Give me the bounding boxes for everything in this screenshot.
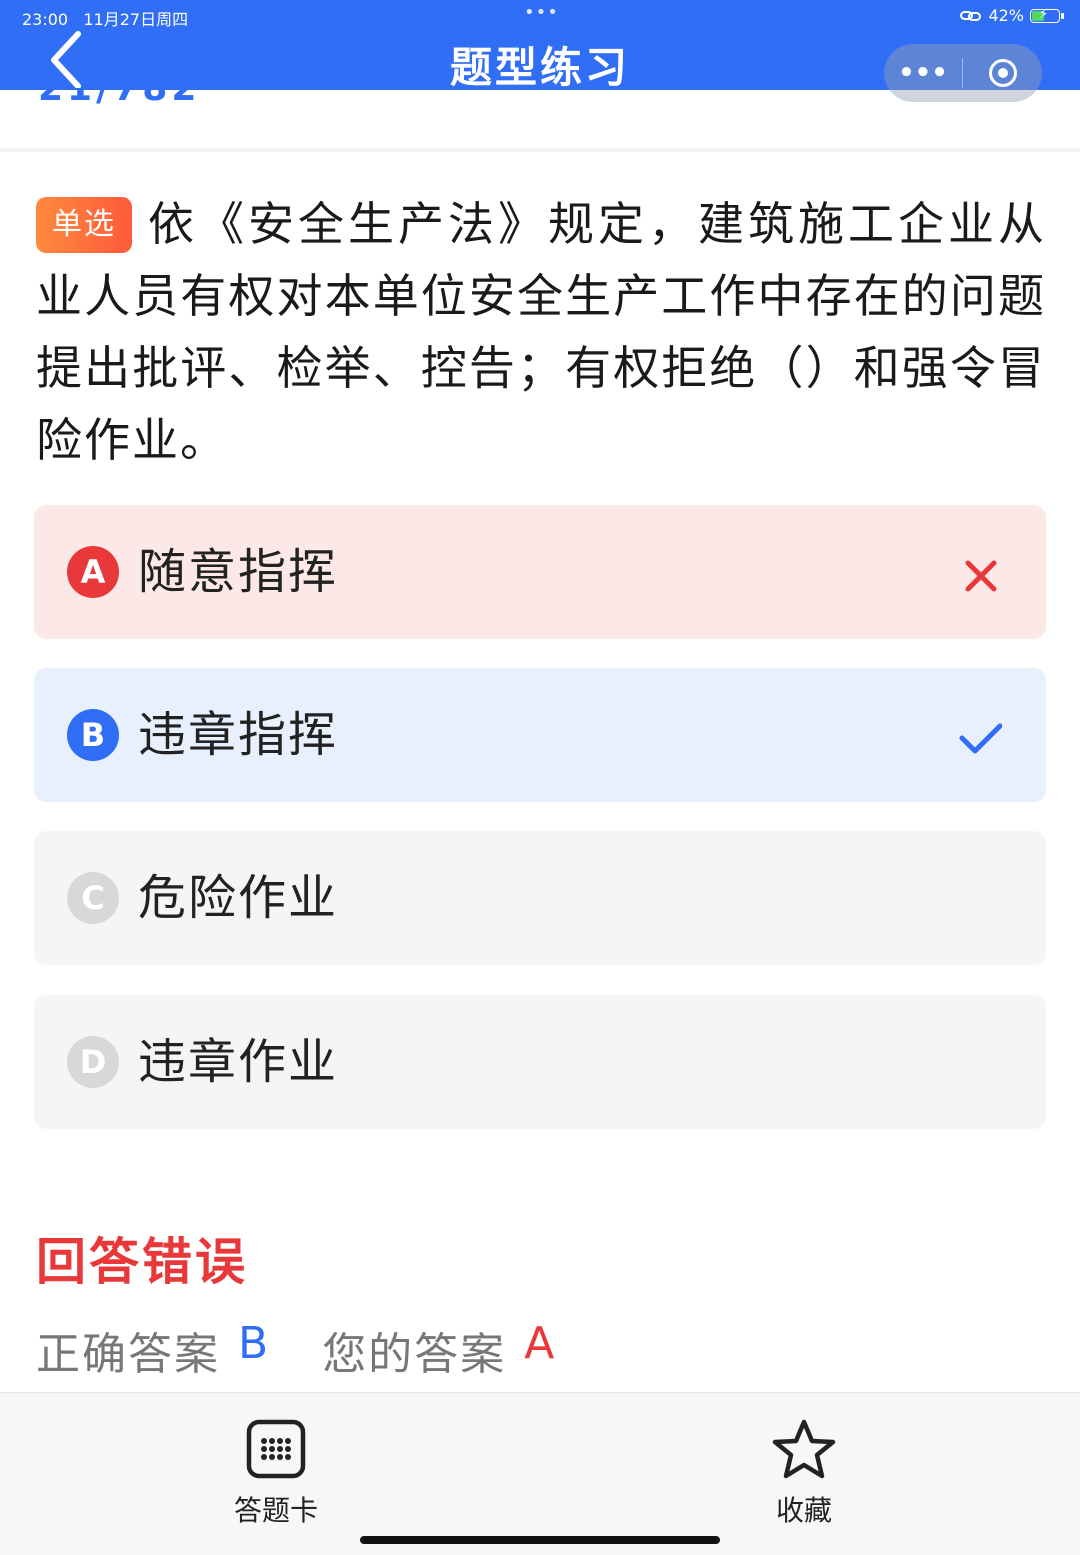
option-text: 危险作业	[138, 870, 339, 926]
battery-percent: 42%	[988, 6, 1024, 25]
option-letter: A	[67, 546, 119, 598]
result-title: 回答错误	[36, 1233, 248, 1291]
answer-summary: 正确答案 B 您的答案 A	[36, 1318, 556, 1382]
bottom-toolbar: 答题卡 收藏	[0, 1392, 1080, 1555]
checkmark-icon	[959, 723, 1002, 754]
user-answer-label: 您的答案	[322, 1329, 507, 1380]
favorite-button[interactable]: 收藏	[734, 1419, 874, 1529]
status-indicators: 42% ⚡	[960, 6, 1064, 25]
mini-program-capsule: •••	[884, 44, 1042, 102]
question-type-badge: 单选	[36, 197, 132, 253]
link-icon	[960, 10, 982, 21]
close-button[interactable]	[963, 59, 1042, 87]
option-c[interactable]: C 危险作业	[34, 831, 1046, 965]
option-letter: D	[67, 1036, 119, 1088]
answer-card-label: 答题卡	[233, 1494, 318, 1527]
option-letter: B	[67, 709, 119, 761]
multitask-dots[interactable]: •••	[524, 2, 559, 23]
correct-answer-label: 正确答案	[36, 1329, 220, 1380]
question-text: 依《安全生产法》规定，建筑施工企业从业人员有权对本单位安全生产工作中存在的问题提…	[36, 197, 1046, 467]
top-header: 23:00 11月27日周四 ••• 42% ⚡ 题型练习 •••	[0, 0, 1080, 102]
status-time: 23:00 11月27日周四	[22, 6, 188, 30]
question-block: 单选 依《安全生产法》规定，建筑施工企业从业人员有权对本单位安全生产工作中存在的问…	[36, 188, 1046, 476]
status-date: 11月27日周四	[83, 10, 189, 29]
option-letter: C	[67, 872, 119, 924]
option-text: 随意指挥	[138, 544, 339, 600]
option-d[interactable]: D 违章作业	[34, 995, 1046, 1129]
correct-answer-value: B	[238, 1318, 271, 1369]
home-indicator[interactable]	[360, 1536, 720, 1544]
option-text: 违章指挥	[138, 707, 339, 763]
more-button[interactable]: •••	[884, 44, 962, 102]
favorite-label: 收藏	[775, 1494, 832, 1527]
option-a[interactable]: A 随意指挥	[34, 505, 1046, 639]
option-b[interactable]: B 违章指挥	[34, 668, 1046, 802]
cross-icon	[965, 560, 997, 592]
grid-icon	[246, 1419, 306, 1479]
answer-card-button[interactable]: 答题卡	[206, 1419, 346, 1529]
user-answer-value: A	[524, 1318, 557, 1369]
target-icon	[988, 59, 1017, 87]
star-icon	[772, 1419, 836, 1479]
option-text: 违章作业	[138, 1034, 339, 1090]
battery-icon: ⚡	[1030, 7, 1064, 23]
status-clock: 23:00	[22, 10, 69, 29]
